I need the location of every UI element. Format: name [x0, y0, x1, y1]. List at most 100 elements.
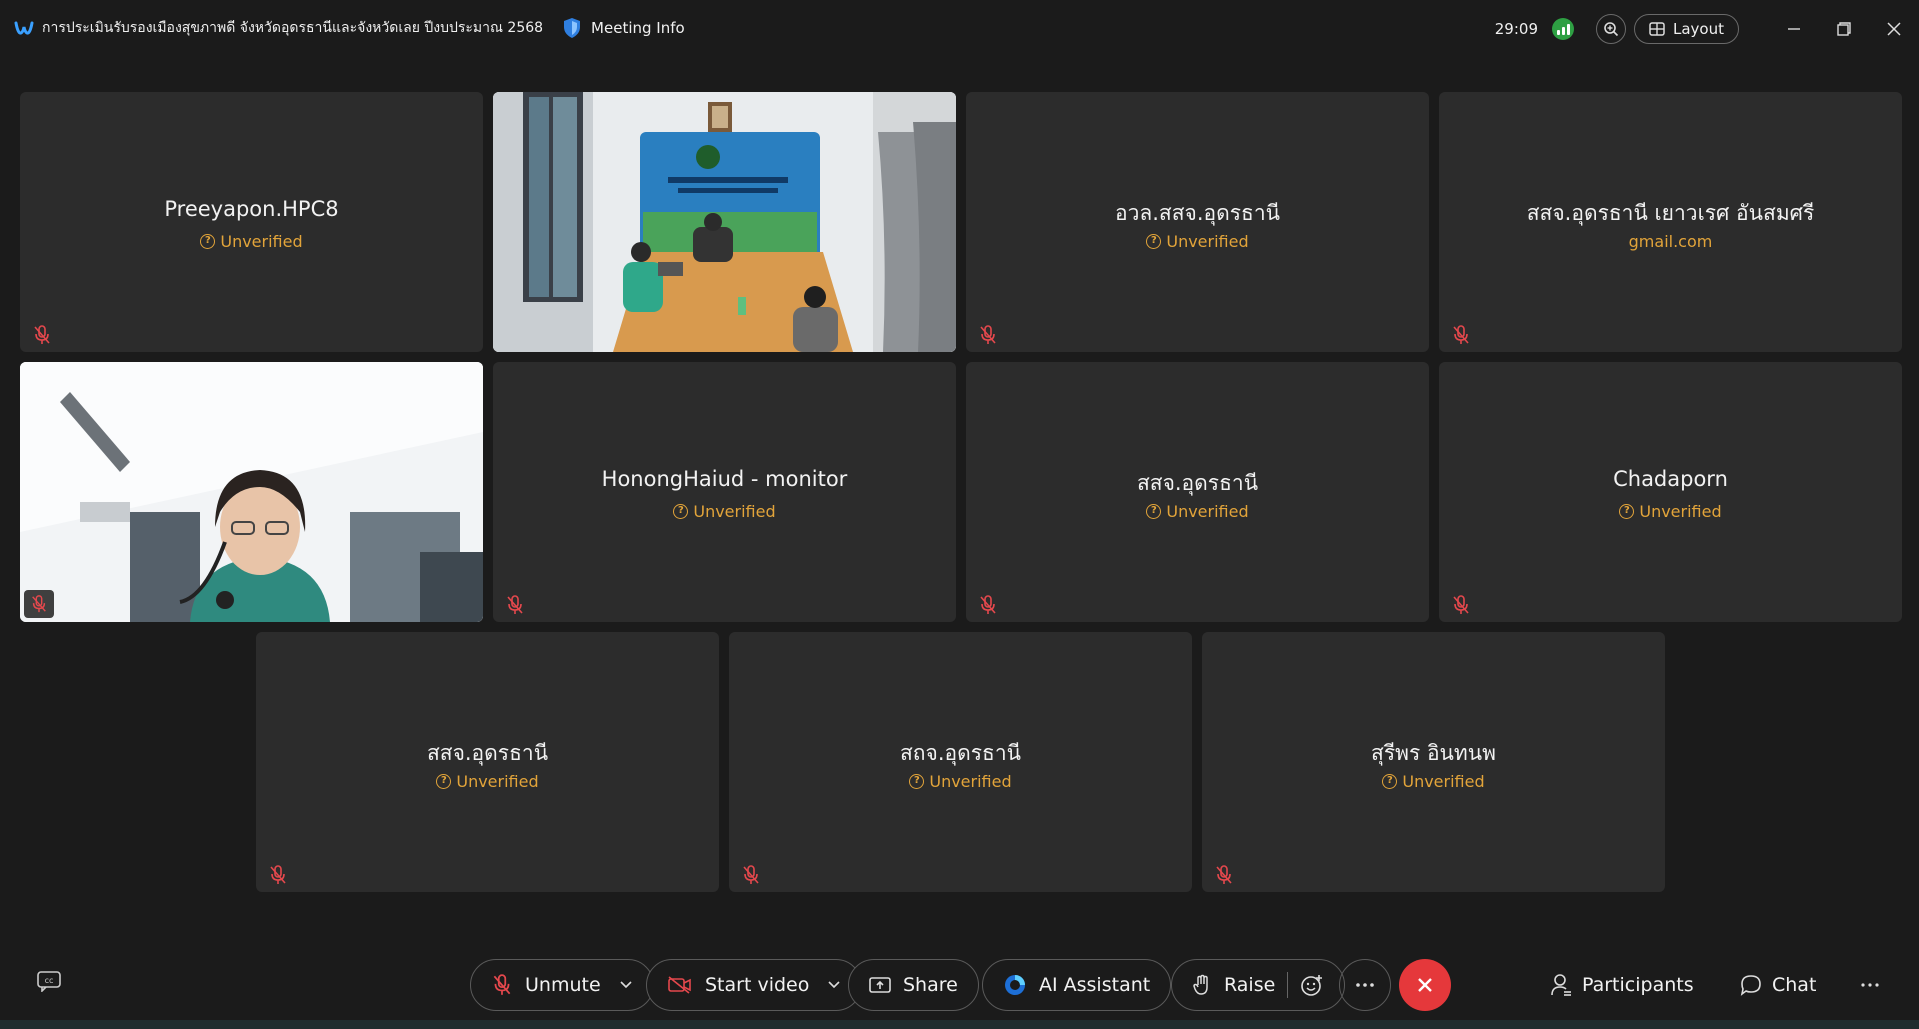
chat-label: Chat	[1772, 974, 1817, 996]
question-icon: ?	[1619, 504, 1635, 519]
close-window-button[interactable]	[1869, 12, 1919, 46]
participant-name: สสจ.อุดรธานี	[1136, 471, 1259, 495]
more-panels-button[interactable]	[1860, 967, 1880, 1003]
chat-button[interactable]: Chat	[1740, 967, 1816, 1003]
closed-captions-icon: cc	[37, 971, 61, 993]
more-horizontal-icon	[1861, 983, 1879, 987]
meeting-title: การประเมินรับรองเมืองสุขภาพดี จังหวัดอุด…	[42, 20, 544, 36]
meeting-timer: 29:09	[1494, 20, 1538, 38]
participant-tile[interactable]: สุรีพร อินทนพ ? Unverified	[1202, 632, 1665, 892]
mic-muted-icon	[507, 595, 523, 614]
mic-muted-indicator	[24, 590, 54, 618]
share-screen-icon	[869, 977, 891, 993]
participants-button[interactable]: Participants	[1550, 967, 1694, 1003]
question-icon: ?	[909, 774, 925, 789]
reactions-icon[interactable]	[1300, 973, 1324, 997]
participant-tile[interactable]: สสจ.อุดรธานี เยาวเรศ อันสมศรี gmail.com	[1439, 92, 1902, 352]
question-icon: ?	[1382, 774, 1398, 789]
participant-status: ? Unverified	[20, 232, 483, 251]
share-button[interactable]: Share	[848, 959, 979, 1011]
mic-muted-icon	[980, 325, 996, 344]
participant-tile[interactable]: HonongHaiud - monitor ? Unverified	[493, 362, 956, 622]
participant-name: สสจ.อุดรธานี	[426, 741, 549, 765]
webex-logo-icon	[14, 21, 34, 35]
participants-icon	[1551, 974, 1571, 996]
status-label: Unverified	[1166, 232, 1249, 251]
minimize-button[interactable]	[1769, 12, 1819, 46]
mic-muted-icon	[270, 865, 286, 884]
participant-tile[interactable]: Chadaporn ? Unverified	[1439, 362, 1902, 622]
restore-button[interactable]	[1819, 12, 1869, 46]
network-signal-icon[interactable]	[1552, 18, 1574, 40]
participant-video-tile[interactable]	[493, 92, 956, 352]
start-video-button[interactable]: Start video	[646, 959, 863, 1011]
participant-name: Chadaporn	[1613, 467, 1728, 491]
participant-tile[interactable]: สสจ.อุดรธานี ? Unverified	[966, 362, 1429, 622]
mic-muted-icon	[34, 325, 50, 344]
grid-layout-icon	[1649, 22, 1665, 36]
question-icon: ?	[436, 774, 452, 789]
participant-name: สสจ.อุดรธานี เยาวเรศ อันสมศรี	[1526, 201, 1815, 225]
mic-muted-icon	[980, 595, 996, 614]
participant-name: Preeyapon.HPC8	[164, 197, 339, 221]
chevron-down-icon[interactable]	[827, 980, 841, 990]
raise-label: Raise	[1224, 974, 1276, 996]
zoom-button[interactable]	[1596, 14, 1626, 44]
video-off-icon	[668, 976, 691, 994]
zoom-in-icon	[1604, 22, 1619, 37]
status-label: Unverified	[929, 772, 1012, 791]
participant-tile[interactable]: Preeyapon.HPC8 ? Unverified	[20, 92, 483, 352]
webcam-video	[20, 362, 483, 622]
meeting-info-button[interactable]: Meeting Info	[563, 17, 685, 39]
participants-label: Participants	[1582, 974, 1694, 996]
meeting-info-label: Meeting Info	[591, 19, 685, 37]
participant-status: ? Unverified	[1439, 502, 1902, 521]
svg-text:cc: cc	[45, 976, 54, 985]
status-label: Unverified	[220, 232, 303, 251]
close-icon	[1887, 22, 1901, 36]
shield-icon	[564, 18, 581, 38]
start-video-label: Start video	[705, 974, 810, 996]
ai-assistant-icon	[1005, 975, 1025, 995]
status-label: Unverified	[1402, 772, 1485, 791]
participant-name: สถจ.อุดรธานี	[899, 741, 1021, 765]
mic-muted-icon	[1453, 325, 1469, 344]
mic-muted-icon	[32, 595, 46, 613]
share-label: Share	[903, 974, 958, 996]
raise-hand-icon	[1193, 974, 1208, 995]
question-icon: ?	[200, 234, 216, 249]
mic-muted-icon	[493, 974, 511, 995]
question-icon: ?	[1146, 234, 1162, 249]
participant-name: HonongHaiud - monitor	[601, 467, 848, 491]
leave-meeting-button[interactable]	[1399, 959, 1451, 1011]
participant-name: สุรีพร อินทนพ	[1371, 741, 1496, 765]
ai-assistant-button[interactable]: AI Assistant	[982, 959, 1172, 1011]
mic-muted-icon	[1453, 595, 1469, 614]
participant-tile[interactable]: อวล.สสจ.อุดรธานี ? Unverified	[966, 92, 1429, 352]
layout-label: Layout	[1673, 20, 1724, 38]
participant-name: อวล.สสจ.อุดรธานี	[1114, 201, 1281, 225]
participant-tile[interactable]: สถจ.อุดรธานี ? Unverified	[729, 632, 1192, 892]
divider	[1287, 972, 1289, 998]
participant-video-tile[interactable]	[20, 362, 483, 622]
raise-hand-button[interactable]: Raise	[1171, 959, 1346, 1011]
conference-room-video	[493, 92, 956, 352]
restore-icon	[1837, 22, 1851, 36]
layout-button[interactable]: Layout	[1634, 14, 1739, 44]
status-label: Unverified	[456, 772, 539, 791]
close-icon	[1418, 978, 1432, 992]
title-right: 29:09 Layout	[1495, 12, 1919, 46]
more-options-button[interactable]	[1339, 959, 1391, 1011]
participant-status: ? Unverified	[966, 502, 1429, 521]
participant-tile[interactable]: สสจ.อุดรธานี ? Unverified	[256, 632, 719, 892]
minimize-icon	[1788, 28, 1800, 30]
question-icon: ?	[1146, 504, 1162, 519]
meeting-controls-bar: cc Unmute Start video Share AI Assistant…	[0, 950, 1919, 1020]
participant-status: ? Unverified	[729, 772, 1192, 791]
participant-email: gmail.com	[1439, 232, 1902, 251]
captions-button[interactable]: cc	[36, 970, 64, 993]
chevron-down-icon[interactable]	[619, 980, 633, 990]
chat-icon	[1740, 975, 1761, 996]
status-label: Unverified	[1639, 502, 1722, 521]
unmute-button[interactable]: Unmute	[470, 959, 654, 1011]
